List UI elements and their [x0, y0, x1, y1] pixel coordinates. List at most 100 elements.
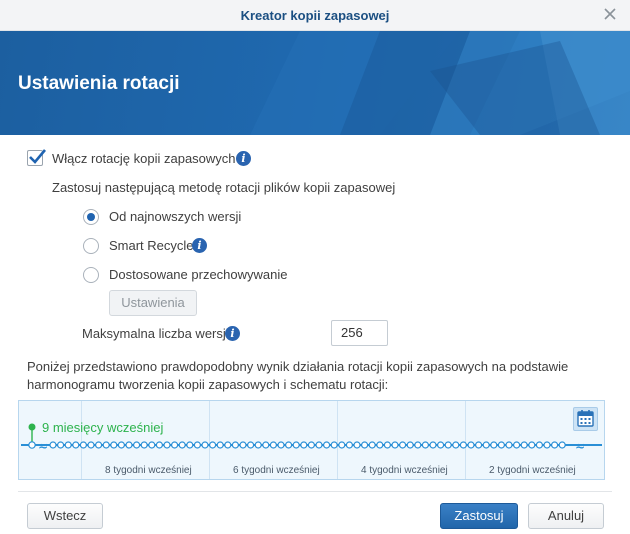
version-dot: [391, 441, 399, 449]
version-dot: [216, 441, 224, 449]
version-dot: [535, 441, 544, 449]
version-dot: [247, 441, 255, 449]
version-dot: [148, 441, 156, 449]
version-dot: [437, 441, 445, 449]
version-dot: [323, 441, 331, 449]
version-dot: [376, 441, 384, 449]
version-dot: [56, 441, 65, 449]
version-dot: [452, 441, 460, 449]
version-dot: [459, 441, 467, 449]
version-dot: [475, 441, 483, 449]
radio-newest-versions[interactable]: [83, 209, 99, 225]
page-heading: Ustawienia rotacji: [18, 73, 180, 94]
version-dot: [102, 441, 110, 449]
version-dot: [406, 441, 414, 449]
version-dot: [79, 441, 88, 449]
version-dot: [224, 441, 232, 449]
version-dot: [520, 441, 528, 449]
radio-smart-recycle-label: Smart Recycle: [109, 238, 194, 253]
version-dot: [87, 441, 95, 449]
back-button[interactable]: Wstecz: [27, 503, 103, 529]
timeline-tick-label: 6 tygodni wcześniej: [233, 465, 320, 476]
version-dot: [155, 441, 163, 449]
version-dot: [117, 441, 126, 449]
version-dot: [300, 441, 308, 449]
version-dot: [254, 441, 262, 449]
version-dot: [193, 441, 201, 449]
max-versions-label: Maksymalna liczba wersji: [82, 326, 229, 341]
version-dot: [467, 441, 475, 449]
version-dot: [269, 441, 277, 449]
calendar-icon[interactable]: [573, 407, 598, 431]
info-icon[interactable]: i: [192, 238, 207, 253]
version-dot: [353, 441, 361, 449]
close-icon[interactable]: [602, 6, 618, 22]
version-dot: [444, 441, 452, 449]
version-dot: [558, 441, 566, 449]
version-dot: [414, 441, 422, 449]
version-dot: [490, 441, 498, 449]
version-dot: [239, 441, 247, 449]
enable-rotation-checkbox[interactable]: [27, 149, 46, 166]
version-dot: [421, 441, 429, 449]
version-dot: [330, 441, 338, 449]
header-banner: Ustawienia rotacji: [0, 31, 630, 135]
version-dot: [64, 441, 72, 449]
version-dot: [231, 441, 239, 449]
version-dot: [178, 441, 186, 449]
version-dot: [338, 441, 346, 449]
version-dot: [171, 441, 179, 449]
timeline-tick-label: 8 tygodni wcześniej: [105, 465, 192, 476]
version-dot: [163, 441, 171, 449]
checkmark-icon: [29, 149, 46, 164]
apply-button[interactable]: Zastosuj: [440, 503, 518, 529]
version-dot: [307, 441, 315, 449]
info-icon[interactable]: i: [225, 326, 240, 341]
window-title: Kreator kopii zapasowej: [240, 8, 390, 23]
timeline-tick-label: 4 tygodni wcześniej: [361, 465, 448, 476]
radio-custom-retention[interactable]: [83, 267, 99, 283]
max-versions-input[interactable]: 256: [331, 320, 388, 346]
radio-smart-recycle[interactable]: [83, 238, 99, 254]
version-dot: [505, 441, 513, 449]
title-bar: Kreator kopii zapasowej: [0, 0, 630, 31]
version-dot: [482, 441, 490, 449]
svg-text:≈: ≈: [38, 439, 48, 453]
version-dot: [201, 441, 209, 449]
svg-text:≈: ≈: [575, 439, 585, 453]
radio-custom-retention-label: Dostosowane przechowywanie: [109, 267, 288, 282]
version-dot: [277, 441, 285, 449]
version-dot: [186, 441, 194, 449]
settings-button[interactable]: Ustawienia: [109, 290, 197, 316]
version-dot: [49, 441, 57, 449]
version-dot: [110, 441, 118, 449]
version-dot: [497, 441, 505, 449]
version-dot: [72, 441, 80, 449]
oldest-version-label: 9 miesięcy wcześniej: [42, 420, 164, 435]
version-dot: [132, 441, 141, 449]
version-dot: [94, 441, 103, 449]
timeline-tick-label: 2 tygodni wcześniej: [489, 465, 576, 476]
version-dot: [125, 441, 133, 449]
enable-rotation-label: Włącz rotację kopii zapasowych: [52, 151, 236, 166]
version-dot: [140, 441, 148, 449]
version-dot: [528, 441, 536, 449]
version-dot: [262, 441, 270, 449]
version-dot: [285, 441, 293, 449]
rotation-method-label: Zastosuj następującą metodę rotacji plik…: [52, 180, 396, 195]
version-dot: [399, 441, 407, 449]
radio-newest-versions-label: Od najnowszych wersji: [109, 209, 242, 224]
preview-description-line2: harmonogramu tworzenia kopii zapasowych …: [27, 377, 389, 392]
version-dot: [383, 441, 391, 449]
cancel-button[interactable]: Anuluj: [528, 503, 604, 529]
footer-divider: [18, 491, 612, 492]
version-dot: [28, 441, 36, 449]
version-dot: [543, 441, 551, 449]
version-dot: [315, 441, 323, 449]
version-dot: [361, 441, 369, 449]
version-dot: [513, 441, 521, 449]
info-icon[interactable]: i: [236, 151, 251, 166]
version-dot: [429, 441, 437, 449]
version-dot: [292, 441, 300, 449]
version-dot: [345, 441, 353, 449]
